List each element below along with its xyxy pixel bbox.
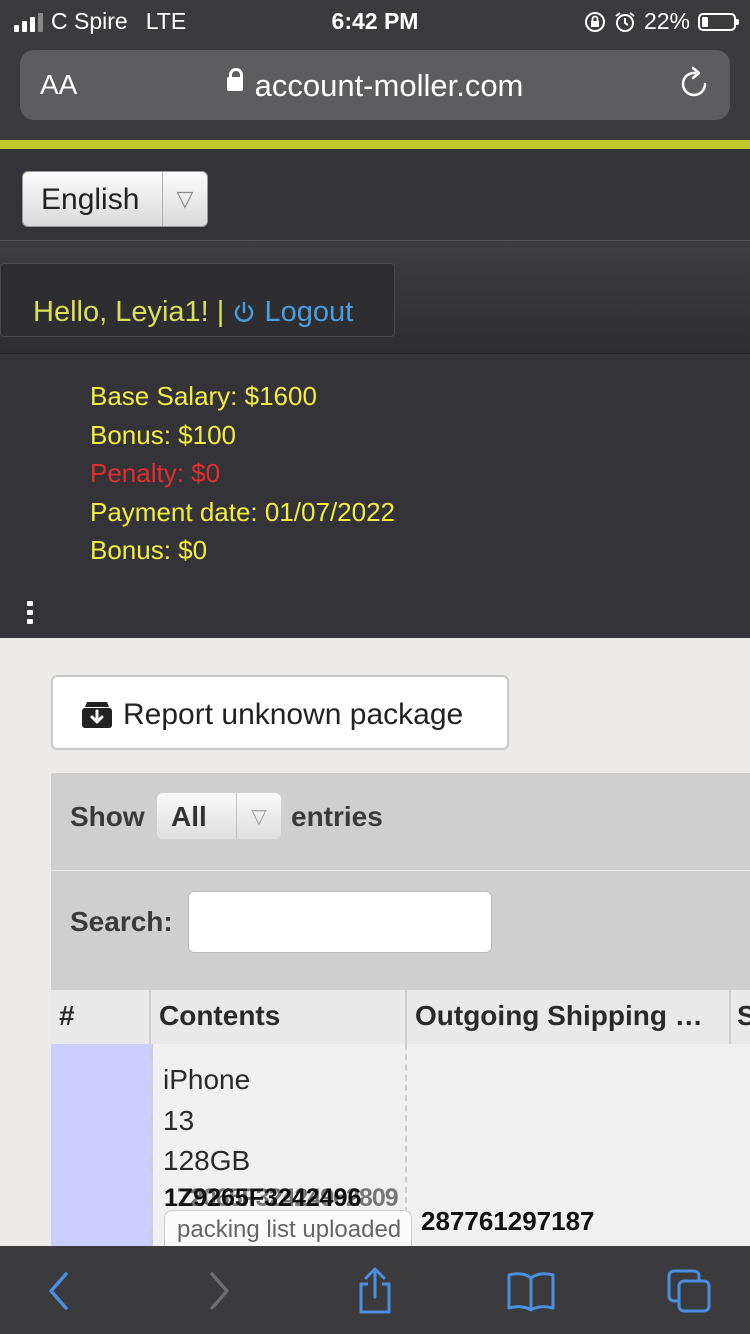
outgoing-tracking-number: 287761297187	[421, 1206, 595, 1236]
column-header-contents[interactable]: Contents	[151, 990, 407, 1046]
greeting-text: Hello, Leyia1!	[33, 296, 209, 328]
item-line-3: 128GB	[163, 1145, 251, 1176]
item-description: iPhone 13 128GB	[163, 1060, 250, 1182]
penalty: Penalty: $0	[90, 458, 221, 488]
chevron-down-icon: ▽	[236, 793, 281, 839]
account-header: English ▽ Hello, Leyia1! | Logout Base S…	[0, 149, 750, 638]
bookmarks-icon	[507, 1272, 555, 1312]
bookmarks-button[interactable]	[506, 1266, 556, 1316]
alarm-icon	[615, 11, 635, 32]
table-controls: Show All ▽ entries Search:	[51, 773, 750, 988]
report-button-label: Report unknown package	[123, 698, 464, 731]
payment-date: Payment date: 01/07/2022	[90, 496, 396, 527]
lock-icon	[226, 67, 243, 91]
archive-download-icon	[82, 702, 112, 728]
forward-chevron-icon	[210, 1272, 229, 1310]
power-icon	[235, 301, 254, 322]
language-selected: English	[41, 183, 140, 216]
entries-label: entries	[291, 801, 383, 832]
bonus: Bonus: $100	[90, 419, 237, 450]
share-button[interactable]	[350, 1266, 400, 1316]
tabs-button[interactable]	[664, 1266, 714, 1316]
entries-value: All	[171, 801, 207, 832]
tracking-number-overlap: 172065F32424962809	[164, 1184, 399, 1212]
entries-length-control: Show All ▽ entries	[51, 773, 750, 871]
contents-cell: iPhone 13 128GB 1Z9265F3242496 172065F32…	[151, 1044, 413, 1255]
back-button[interactable]	[34, 1266, 84, 1316]
item-line-1: iPhone	[163, 1064, 251, 1095]
column-header-status[interactable]: S	[731, 990, 750, 1046]
separator: |	[216, 296, 225, 328]
orientation-lock-icon	[584, 11, 605, 32]
user-greeting-box: Hello, Leyia1! | Logout	[0, 263, 395, 337]
logout-label: Logout	[264, 296, 354, 328]
table-row[interactable]: iPhone 13 128GB 1Z9265F3242496 172065F32…	[51, 1044, 750, 1255]
browser-header: AA account-moller.com	[0, 42, 750, 140]
column-header-index[interactable]: #	[51, 990, 151, 1046]
battery-icon	[698, 12, 739, 31]
language-select[interactable]: English ▽	[22, 171, 208, 227]
item-line-2: 13	[163, 1104, 195, 1136]
address-bar[interactable]: AA account-moller.com	[20, 50, 730, 120]
chevron-down-icon: ▽	[162, 172, 207, 226]
more-menu-icon[interactable]	[27, 601, 35, 628]
status-bar: C Spire LTE 6:42 PM 22%	[0, 0, 750, 42]
forward-button[interactable]	[194, 1266, 244, 1316]
share-icon	[359, 1267, 391, 1314]
back-chevron-icon	[49, 1272, 68, 1310]
table-header: # Contents Outgoing Shipping … S	[51, 988, 750, 1048]
tabs-icon	[667, 1269, 711, 1313]
row-index-cell	[51, 1044, 153, 1254]
search-input[interactable]	[188, 891, 492, 953]
url-text: account-moller.com	[254, 68, 524, 103]
user-band: Hello, Leyia1! | Logout	[0, 240, 750, 354]
logout-link[interactable]: Logout	[232, 296, 353, 328]
show-label: Show	[70, 801, 145, 832]
search-control: Search:	[51, 871, 750, 988]
url-display[interactable]: account-moller.com	[20, 67, 730, 104]
battery-percent: 22%	[643, 8, 690, 34]
bonus-secondary: Bonus: $0	[90, 535, 208, 565]
reload-icon[interactable]	[678, 66, 712, 102]
report-unknown-package-button[interactable]: Report unknown package	[51, 675, 509, 750]
salary-info: Base Salary: $1600 Bonus: $100 Penalty: …	[90, 377, 395, 570]
base-salary: Base Salary: $1600	[90, 381, 317, 411]
entries-select[interactable]: All ▽	[157, 793, 281, 839]
accent-bar	[0, 140, 750, 149]
status-right: 22%	[584, 8, 739, 35]
browser-toolbar	[0, 1246, 750, 1334]
column-header-outgoing-shipping[interactable]: Outgoing Shipping …	[407, 990, 731, 1046]
search-label: Search:	[70, 906, 173, 937]
